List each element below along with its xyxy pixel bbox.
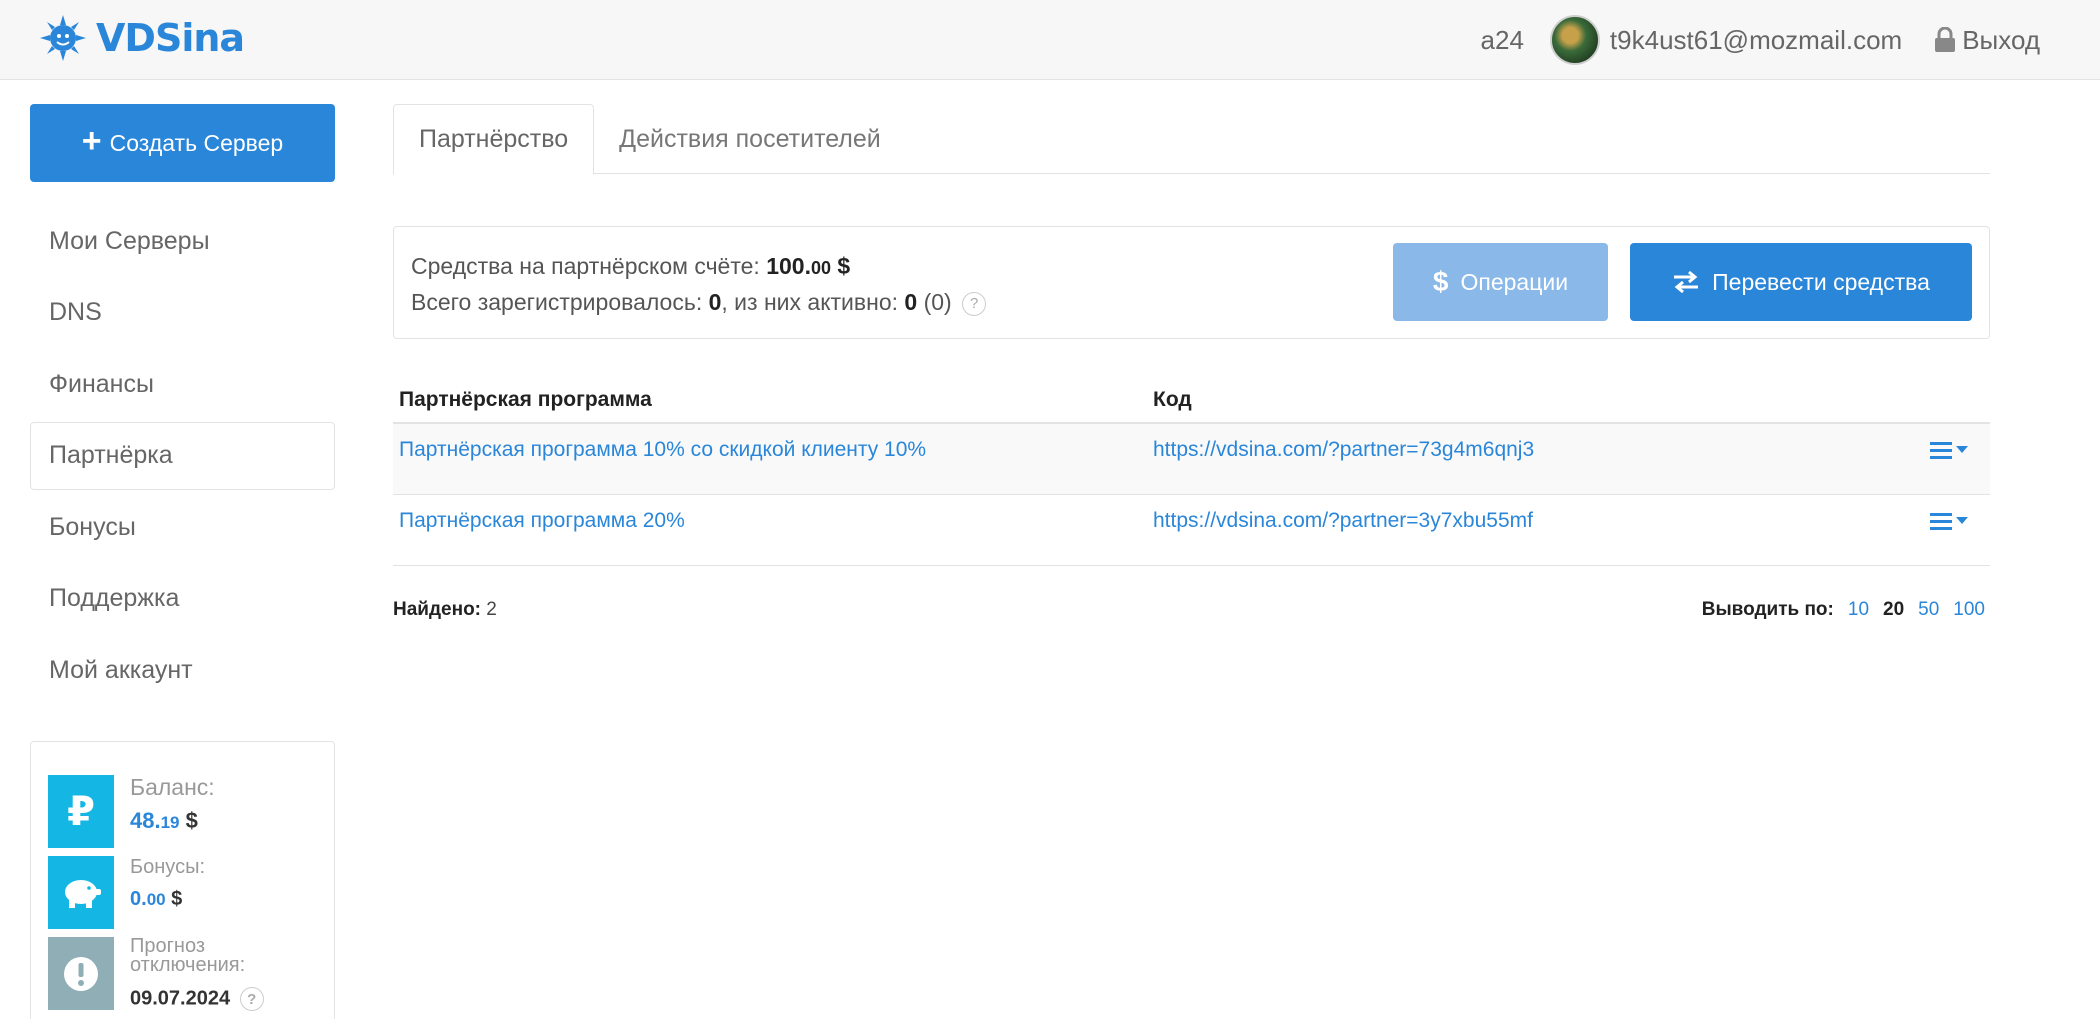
per-page-option-50[interactable]: 50 xyxy=(1918,599,1939,621)
sidebar-nav: Мои Серверы DNS Финансы Партнёрка Бонусы… xyxy=(30,207,335,708)
top-header: VDSina a24 t9k4ust61@mozmail.com Выход xyxy=(0,0,2100,80)
registered-count: 0 xyxy=(708,289,722,315)
user-email[interactable]: t9k4ust61@mozmail.com xyxy=(1610,25,1902,56)
sidebar-item-finance[interactable]: Финансы xyxy=(30,350,335,418)
bonus-label: Бонусы: xyxy=(130,856,205,878)
sidebar-item-label: Партнёрка xyxy=(49,441,173,469)
table-row: Партнёрская программа 10% со скидкой кли… xyxy=(393,424,1990,495)
per-page-option-10[interactable]: 10 xyxy=(1848,599,1869,621)
partner-code-link[interactable]: https://vdsina.com/?partner=73g4m6qnj3 xyxy=(1153,438,1534,461)
program-link[interactable]: Партнёрская программа 10% со скидкой кли… xyxy=(399,438,926,461)
caret-down-icon xyxy=(1956,446,1968,453)
menu-icon xyxy=(1930,513,1952,530)
create-server-button[interactable]: + Создать Сервер xyxy=(30,104,335,182)
sidebar-item-label: Бонусы xyxy=(49,512,136,541)
row-actions-menu[interactable] xyxy=(1930,511,1990,531)
balance-label: Баланс: xyxy=(130,774,215,800)
sun-logo-icon xyxy=(40,15,86,61)
funds-line: Средства на партнёрском счёте: 100.00 $ xyxy=(411,253,851,279)
piggy-bank-icon xyxy=(48,856,114,929)
create-server-label: Создать Сервер xyxy=(109,129,284,156)
logo[interactable]: VDSina xyxy=(38,12,245,64)
table-header: Партнёрская программа Код xyxy=(393,378,1990,424)
sidebar-item-label: Мои Серверы xyxy=(49,226,210,255)
menu-icon xyxy=(1930,442,1952,459)
sidebar-item-dns[interactable]: DNS xyxy=(30,279,335,347)
per-page-label: Выводить по: xyxy=(1701,599,1834,620)
per-page-option-100[interactable]: 100 xyxy=(1953,599,1985,621)
partner-tabs: Партнёрство Действия посетителей xyxy=(393,104,1990,175)
lock-icon xyxy=(1935,27,1956,52)
active-count: 0 xyxy=(904,289,918,315)
tab-visitor-actions[interactable]: Действия посетителей xyxy=(594,104,906,175)
dollar-icon: $ xyxy=(1432,266,1449,297)
forecast-label: Прогноз отключения: xyxy=(130,935,246,976)
warning-icon xyxy=(48,937,114,1010)
partner-programs-table: Партнёрская программа Код Партнёрская пр… xyxy=(393,378,1990,566)
operations-button[interactable]: $ Операции xyxy=(1393,243,1608,321)
per-page-selector: Выводить по: 10 20 50 100 xyxy=(1702,599,1985,621)
balance-row: ₽ Баланс: 48.19 $ xyxy=(48,774,215,848)
column-header-code: Код xyxy=(1153,388,1192,411)
sidebar-item-account[interactable]: Мой аккаунт xyxy=(30,636,335,704)
forecast-date: 09.07.2024 ? xyxy=(130,987,280,1011)
per-page-option-20[interactable]: 20 xyxy=(1883,599,1904,621)
help-icon[interactable]: ? xyxy=(239,987,264,1011)
transfer-funds-button[interactable]: Перевести средства xyxy=(1630,243,1972,321)
sidebar-item-label: Финансы xyxy=(49,369,154,398)
transfer-label: Перевести средства xyxy=(1712,268,1930,295)
column-header-program: Партнёрская программа xyxy=(399,388,652,411)
program-link[interactable]: Партнёрская программа 20% xyxy=(399,509,685,532)
exchange-icon xyxy=(1674,270,1699,294)
registrations-line: Всего зарегистрировалось: 0, из них акти… xyxy=(411,285,987,319)
sidebar-item-partner[interactable]: Партнёрка xyxy=(30,421,335,490)
bonus-value: 0.00 $ xyxy=(130,888,183,910)
funds-value: 100. xyxy=(766,253,811,279)
ruble-icon: ₽ xyxy=(48,775,114,848)
table-row: Партнёрская программа 20% https://vdsina… xyxy=(393,495,1990,566)
caret-down-icon xyxy=(1956,517,1968,524)
balance-panel: ₽ Баланс: 48.19 $ Бонусы: 0.00 $ Прогноз… xyxy=(30,741,335,1019)
sidebar-item-label: DNS xyxy=(49,298,102,326)
row-actions-menu[interactable] xyxy=(1930,440,1990,460)
sidebar-item-support[interactable]: Поддержка xyxy=(30,565,335,633)
logout-link[interactable]: Выход xyxy=(1934,25,2040,56)
bonus-row: Бонусы: 0.00 $ xyxy=(48,856,205,929)
logout-label: Выход xyxy=(1962,24,2040,55)
avatar[interactable] xyxy=(1549,15,1600,65)
plus-icon: + xyxy=(81,122,102,160)
partner-summary: Средства на партнёрском счёте: 100.00 $ … xyxy=(393,226,1990,339)
sidebar-item-label: Поддержка xyxy=(49,584,180,612)
help-icon[interactable]: ? xyxy=(962,291,987,316)
operations-label: Операции xyxy=(1460,268,1569,295)
account-id: a24 xyxy=(1480,24,1524,55)
partner-code-link[interactable]: https://vdsina.com/?partner=3y7xbu55mf xyxy=(1153,509,1533,532)
logo-text: VDSina xyxy=(96,16,245,60)
sidebar-item-label: Мой аккаунт xyxy=(49,655,193,684)
sidebar-item-servers[interactable]: Мои Серверы xyxy=(30,207,335,275)
tab-partnership[interactable]: Партнёрство xyxy=(393,104,595,175)
results-count: Найдено: 2 xyxy=(393,599,497,620)
sidebar-item-bonuses[interactable]: Бонусы xyxy=(30,493,335,561)
balance-value[interactable]: 48.19 $ xyxy=(130,808,215,834)
forecast-row: Прогноз отключения: 09.07.2024 ? xyxy=(48,935,280,1011)
